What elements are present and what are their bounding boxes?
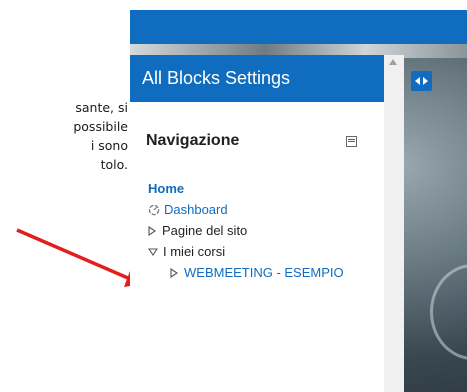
text-line: tolo. — [100, 157, 128, 172]
nav-item-my-courses[interactable]: I miei corsi — [148, 241, 344, 262]
nav-site-pages-label[interactable]: Pagine del sito — [162, 220, 247, 241]
background-document-text: sante, si possibile i sono tolo. — [0, 98, 128, 174]
text-line: sante, si — [75, 100, 128, 115]
text-line: i sono — [90, 138, 128, 153]
arrows-left-right-icon — [415, 77, 428, 85]
nav-item-site-pages[interactable]: Pagine del sito — [148, 220, 344, 241]
top-navbar — [130, 10, 467, 44]
expand-arrow-icon[interactable] — [170, 267, 178, 278]
nav-item-course[interactable]: WEBMEETING - ESEMPIO — [148, 262, 344, 283]
nav-item-home[interactable]: Home — [148, 178, 344, 199]
drawer-toggle-button[interactable] — [411, 71, 432, 91]
nav-course-link[interactable]: WEBMEETING - ESEMPIO — [184, 262, 344, 283]
collapse-block-icon[interactable] — [346, 136, 357, 147]
block-title: Navigazione — [146, 132, 240, 149]
drawer-scrollbar[interactable] — [384, 55, 404, 392]
nav-my-courses-label[interactable]: I miei corsi — [163, 241, 225, 262]
drawer-header: All Blocks Settings — [130, 55, 384, 102]
nav-item-dashboard[interactable]: Dashboard — [148, 199, 344, 220]
text-line: possibile — [73, 119, 128, 134]
scroll-up-arrow-icon[interactable] — [389, 59, 397, 65]
nav-home-link[interactable]: Home — [148, 178, 184, 199]
dashboard-icon — [148, 204, 160, 215]
expand-arrow-icon[interactable] — [148, 225, 156, 236]
nav-dashboard-link[interactable]: Dashboard — [164, 199, 228, 220]
navigation-tree: Home Dashboard Pagine del sito I miei co… — [148, 178, 344, 283]
scroll-thumb[interactable] — [387, 77, 401, 167]
collapse-arrow-icon[interactable] — [148, 247, 158, 256]
drawer-title: All Blocks Settings — [142, 68, 291, 88]
